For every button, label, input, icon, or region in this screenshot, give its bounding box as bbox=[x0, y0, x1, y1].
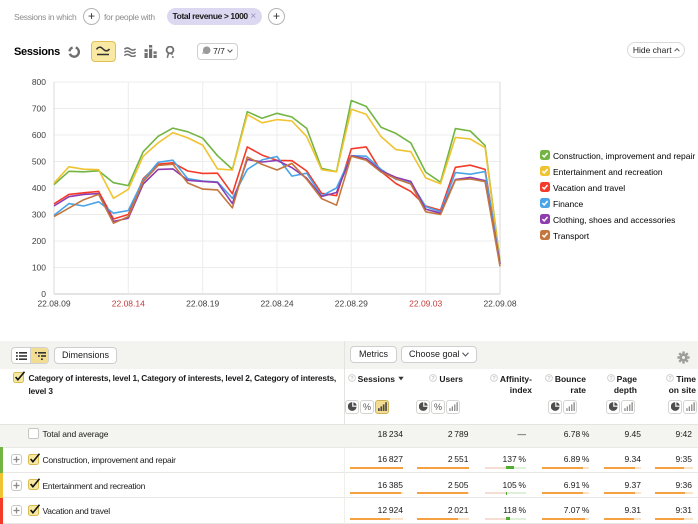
svg-text:700: 700 bbox=[32, 104, 46, 114]
svg-text:22.08.19: 22.08.19 bbox=[186, 299, 219, 309]
svg-text:22.09.03: 22.09.03 bbox=[409, 299, 442, 309]
svg-text:22.08.09: 22.08.09 bbox=[37, 299, 70, 309]
svg-text:100: 100 bbox=[32, 263, 46, 273]
svg-text:800: 800 bbox=[32, 77, 46, 87]
svg-text:22.09.08: 22.09.08 bbox=[483, 299, 516, 309]
svg-text:600: 600 bbox=[32, 130, 46, 140]
svg-text:500: 500 bbox=[32, 157, 46, 167]
svg-text:22.08.29: 22.08.29 bbox=[335, 299, 368, 309]
svg-text:200: 200 bbox=[32, 236, 46, 246]
svg-text:300: 300 bbox=[32, 210, 46, 220]
svg-text:400: 400 bbox=[32, 183, 46, 193]
svg-text:22.08.14: 22.08.14 bbox=[112, 299, 145, 309]
svg-text:0: 0 bbox=[41, 289, 46, 299]
svg-text:22.08.24: 22.08.24 bbox=[260, 299, 293, 309]
